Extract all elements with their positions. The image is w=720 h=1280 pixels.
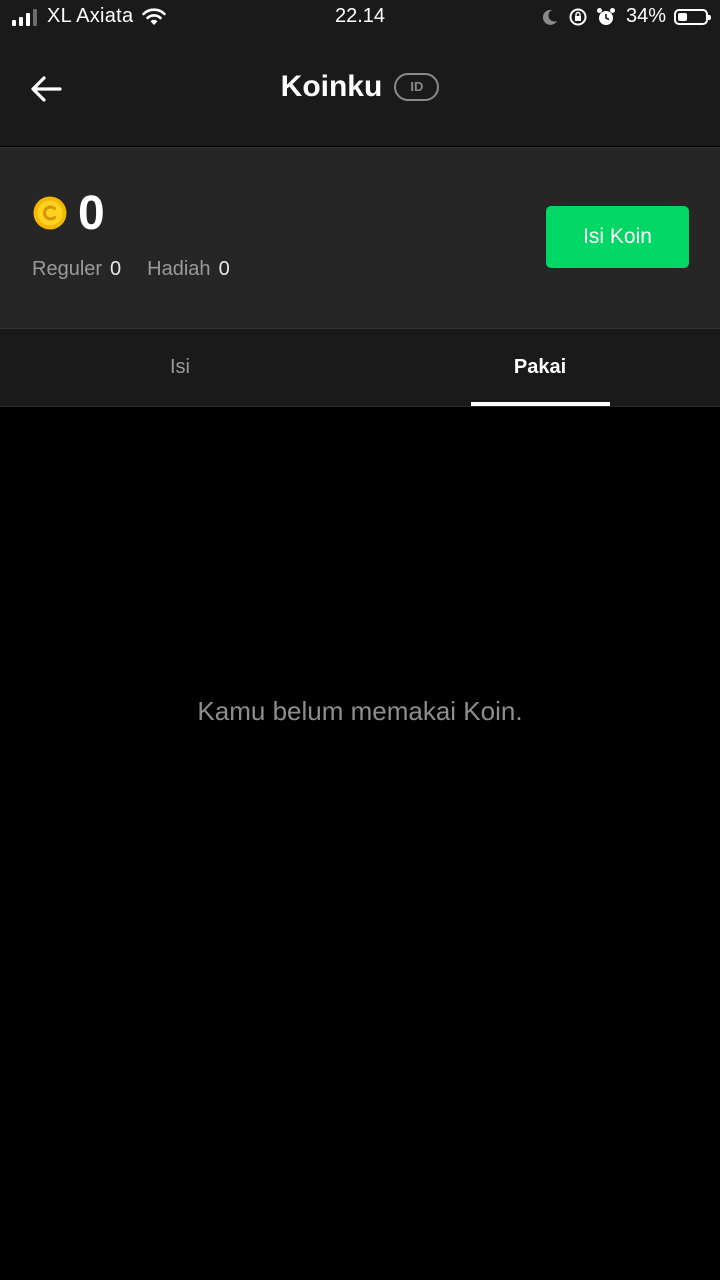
title-group: Koinku ID — [0, 70, 720, 104]
bonus-value: 0 — [218, 258, 230, 280]
tab-label: Pakai — [513, 356, 567, 378]
status-right: 34% — [540, 5, 711, 28]
empty-state-message: Kamu belum memakai Koin. — [197, 696, 523, 726]
battery-icon — [674, 8, 711, 25]
tab-pakai[interactable]: Pakai — [360, 329, 720, 406]
active-tab-indicator — [471, 402, 610, 406]
tab-label: Isi — [170, 356, 190, 378]
tab-isi[interactable]: Isi — [0, 329, 360, 406]
bonus-label: Hadiah — [147, 258, 211, 280]
screen: XL Axiata 22.14 34% Koinku ID 0 Reguler … — [0, 0, 720, 1280]
balance-breakdown: Reguler 0 Hadiah 0 — [32, 258, 256, 281]
history-tabs: Isi Pakai — [0, 328, 720, 407]
topup-button[interactable]: Isi Koin — [546, 206, 689, 268]
coin-icon — [33, 196, 67, 230]
status-bar: XL Axiata 22.14 34% — [0, 0, 720, 36]
region-badge: ID — [394, 73, 440, 101]
app-header: Koinku ID — [0, 36, 720, 146]
battery-percent: 34% — [625, 5, 666, 27]
rotation-lock-icon — [569, 8, 587, 25]
total-coin-balance: 0 — [78, 187, 105, 240]
regular-label: Reguler — [32, 258, 103, 280]
coin-balance-card: 0 Reguler 0 Hadiah 0 Isi Koin — [0, 147, 720, 328]
page-title: Koinku — [280, 70, 383, 103]
moon-icon — [542, 9, 557, 25]
alarm-icon — [596, 7, 615, 25]
regular-value: 0 — [110, 258, 122, 280]
